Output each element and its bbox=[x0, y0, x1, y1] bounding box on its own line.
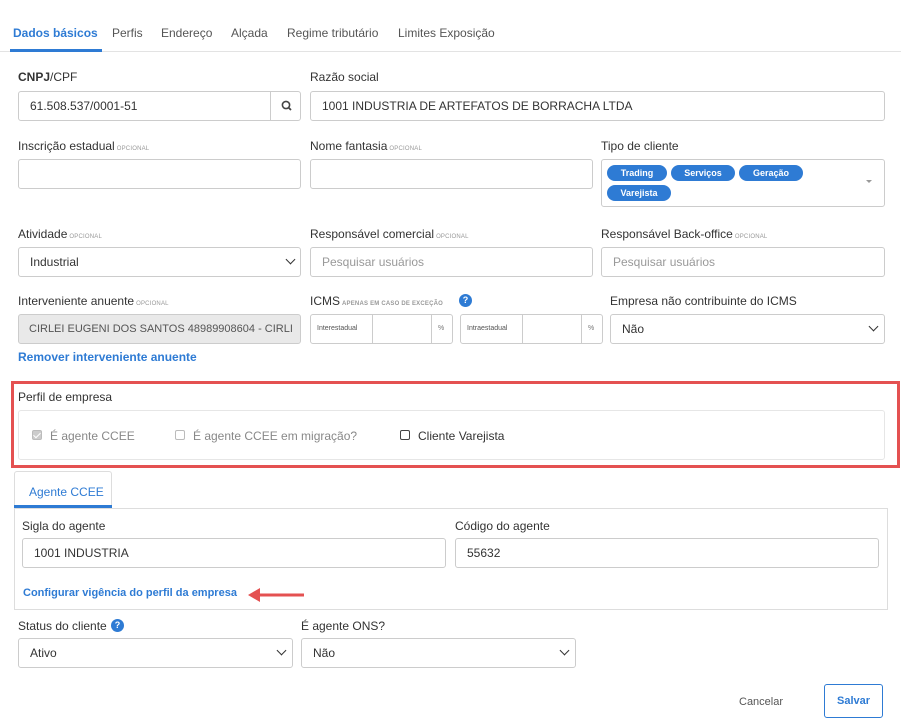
cliente-varejista-checkbox[interactable] bbox=[400, 430, 410, 440]
codigo-label: Código do agente bbox=[455, 519, 550, 533]
nome-fantasia-label: Nome fantasia OPCIONAL bbox=[310, 139, 422, 153]
percent-unit: % bbox=[588, 325, 595, 332]
tab-endereco[interactable]: Endereço bbox=[161, 26, 212, 40]
cancel-button[interactable]: Cancelar bbox=[739, 696, 783, 708]
cnpj-label: CNPJ/CPF bbox=[18, 70, 78, 84]
nome-fantasia-field[interactable] bbox=[310, 159, 593, 189]
cnpj-field[interactable]: 61.508.537/0001-51 bbox=[18, 91, 301, 121]
intraestadual-label: Intraestadual bbox=[467, 325, 508, 332]
resp-backoffice-label: Responsável Back-office OPCIONAL bbox=[601, 227, 768, 241]
tab-limites-exposicao[interactable]: Limites Exposição bbox=[398, 26, 495, 40]
remover-interveniente-link[interactable]: Remover interveniente anuente bbox=[18, 350, 197, 364]
active-tab-indicator bbox=[10, 49, 102, 52]
razao-social-label: Razão social bbox=[310, 70, 379, 84]
nao-contribuinte-label: Empresa não contribuinte do ICMS bbox=[610, 294, 797, 308]
perfil-title: Perfil de empresa bbox=[18, 390, 113, 404]
icms-interestadual-group: Interestadual % bbox=[310, 314, 453, 344]
tab-bar: Dados básicos Perfis Endereço Alçada Reg… bbox=[0, 0, 901, 52]
arrow-left-icon bbox=[248, 588, 304, 602]
agente-ons-select[interactable]: Não bbox=[301, 638, 576, 668]
tab-dados-basicos[interactable]: Dados básicos bbox=[13, 26, 98, 40]
help-icon[interactable]: ? bbox=[111, 619, 124, 632]
search-icon bbox=[281, 100, 292, 111]
nao-contribuinte-select[interactable]: Não bbox=[610, 314, 885, 344]
tab-perfis[interactable]: Perfis bbox=[112, 26, 143, 40]
atividade-label: Atividade OPCIONAL bbox=[18, 227, 102, 241]
inscricao-field[interactable] bbox=[18, 159, 301, 189]
tab-agente-ccee[interactable]: Agente CCEE bbox=[14, 471, 112, 508]
tab-alcada[interactable]: Alçada bbox=[231, 26, 268, 40]
agente-migracao-label: É agente CCEE em migração? bbox=[193, 429, 358, 443]
tipo-cliente-label: Tipo de cliente bbox=[601, 139, 679, 153]
tag-servicos[interactable]: Serviços bbox=[671, 165, 735, 181]
razao-social-field[interactable]: 1001 INDUSTRIA DE ARTEFATOS DE BORRACHA … bbox=[310, 91, 885, 121]
save-button[interactable]: Salvar bbox=[824, 684, 883, 718]
atividade-select[interactable]: Industrial bbox=[18, 247, 301, 277]
agente-ccee-label: É agente CCEE bbox=[50, 429, 135, 443]
agente-ons-label: É agente ONS? bbox=[301, 619, 386, 633]
help-icon[interactable]: ? bbox=[459, 294, 472, 307]
icms-intraestadual-group: Intraestadual % bbox=[460, 314, 603, 344]
interestadual-label: Interestadual bbox=[317, 325, 358, 332]
status-cliente-select[interactable]: Ativo bbox=[18, 638, 293, 668]
interestadual-input[interactable] bbox=[373, 315, 431, 343]
interveniente-field: CIRLEI EUGENI DOS SANTOS 48989908604 - C… bbox=[18, 314, 301, 344]
status-cliente-label: Status do cliente bbox=[18, 619, 107, 633]
percent-unit: % bbox=[438, 325, 445, 332]
icms-label: ICMS APENAS EM CASO DE EXCEÇÃO bbox=[310, 294, 444, 308]
tab-regime-tributario[interactable]: Regime tributário bbox=[287, 26, 378, 40]
agente-migracao-checkbox bbox=[175, 430, 185, 440]
sigla-field[interactable]: 1001 INDUSTRIA bbox=[22, 538, 446, 568]
tag-varejista[interactable]: Varejista bbox=[607, 185, 671, 201]
resp-comercial-label: Responsável comercial OPCIONAL bbox=[310, 227, 469, 241]
tag-geracao[interactable]: Geração bbox=[739, 165, 803, 181]
cliente-varejista-label[interactable]: Cliente Varejista bbox=[418, 429, 504, 443]
agente-ccee-checkbox bbox=[32, 430, 42, 440]
search-button[interactable] bbox=[270, 91, 301, 121]
sigla-label: Sigla do agente bbox=[22, 519, 106, 533]
interveniente-label: Interveniente anuente OPCIONAL bbox=[18, 294, 169, 308]
tag-trading[interactable]: Trading bbox=[607, 165, 667, 181]
inscricao-label: Inscrição estadual OPCIONAL bbox=[18, 139, 150, 153]
codigo-field[interactable]: 55632 bbox=[455, 538, 879, 568]
intraestadual-input[interactable] bbox=[523, 315, 581, 343]
caret-down-icon bbox=[866, 180, 872, 183]
resp-comercial-input[interactable]: Pesquisar usuários bbox=[310, 247, 593, 277]
resp-backoffice-input[interactable]: Pesquisar usuários bbox=[601, 247, 885, 277]
configurar-vigencia-link[interactable]: Configurar vigência do perfil da empresa bbox=[23, 587, 237, 599]
